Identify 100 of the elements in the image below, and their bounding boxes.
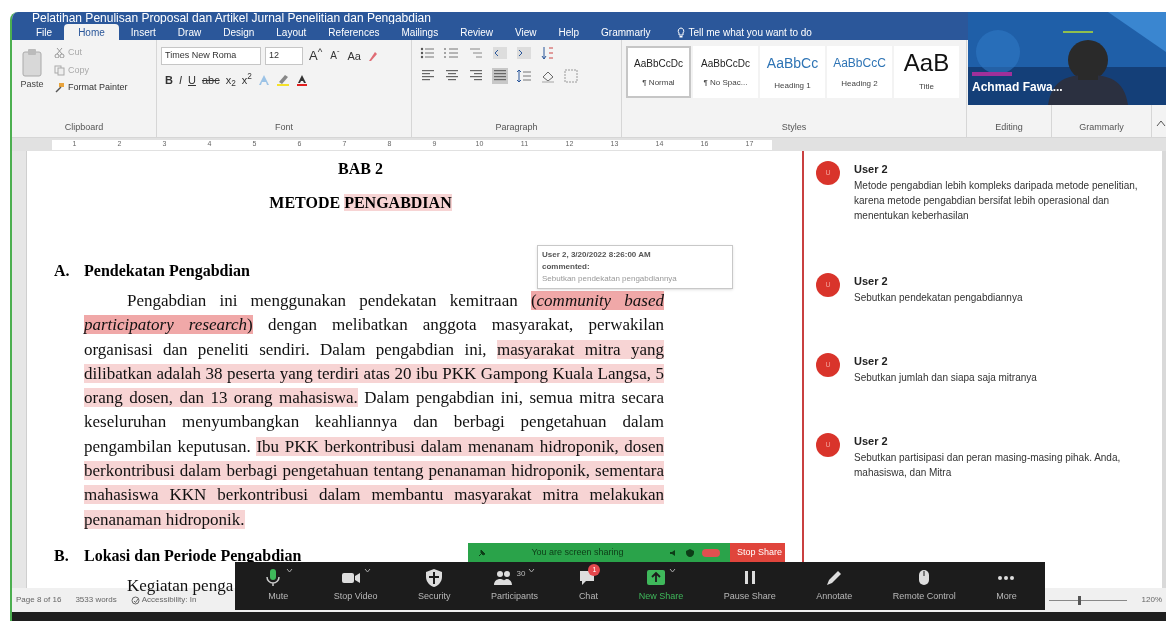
body-paragraph: Pengabdian ini menggunakan pendekatan kemitraan (community based participatory research) dengan melibatkan anggota masyarakat, perwakilan organisasi dan peneliti sendiri. Dalam pengabdian ini, masyarakat mitra yang dilibatkan adalah 38 peserta yang terdiri atas 20 ibu PKK Gampong Kuala Langsa, 5 orang dosen, dan 13 orang mahasiswa. Dalam pengabdian ini, semua mitra secara keseluruhan menyumbangkan keahliannya dan berbagi pengetahuan dalam pengambilan keputusan. Ibu PKK berkontribusi dalam menanam hidroponik, dosen berkontribusi dalam berbagi pengetahuan tentang penanaman hidroponik, sementara mahasiswa KKN berkontribusi dalam membantu masyarakat mitra melakukan penanaman hidroponik. <box>84 290 664 531</box>
group-label: Grammarly <box>1078 120 1125 134</box>
tooltip-action: commented: <box>542 261 591 273</box>
group-label: Styles <box>780 120 808 134</box>
ribbon-tab[interactable]: File <box>26 24 63 40</box>
tooltip-header: User 2, 3/20/2022 8:26:00 AM <box>542 249 652 261</box>
caret-icon[interactable] <box>363 568 371 574</box>
share-button[interactable]: New Share <box>632 562 690 610</box>
participant-name: Achmad Fawa... <box>972 79 1063 96</box>
participant-count: 30 <box>516 568 526 581</box>
page-count: Page 8 of 16 <box>16 594 62 606</box>
accessibility-status[interactable]: Accessibility: In <box>141 594 197 606</box>
eraser-icon[interactable] <box>366 49 377 62</box>
style-gallery-item[interactable]: AaBbCc Heading 1 <box>760 46 825 98</box>
stop-share-button[interactable]: Stop Share <box>730 543 785 563</box>
name-tag-bar <box>972 72 1012 76</box>
bold-button[interactable]: B <box>165 71 173 88</box>
more-icon <box>998 575 1015 580</box>
search-field[interactable]: Tell me what you want to do <box>688 24 812 40</box>
comment-author: User 2 <box>854 162 889 177</box>
window-title: Pelatihan Penulisan Proposal dan Artikel Jurnal Penelitian dan Pengabdian <box>32 12 431 24</box>
strikethrough-button[interactable]: abc <box>201 71 220 88</box>
chapter-heading: BAB 2 <box>337 159 384 179</box>
font-color-icon[interactable] <box>295 73 308 86</box>
format-painter-button[interactable]: Format Painter <box>68 81 128 95</box>
pin-icon <box>478 549 486 557</box>
decrease-indent-icon[interactable] <box>492 46 508 60</box>
people-icon <box>493 568 514 588</box>
shield-icon[interactable] <box>686 549 694 557</box>
share-screen-icon <box>646 568 667 588</box>
participants-button[interactable]: 30 Participants <box>484 562 544 610</box>
ribbon-tab[interactable]: Insert <box>120 24 166 40</box>
collapse-ribbon-icon[interactable] <box>1156 119 1166 127</box>
comment-text: Sebutkan jumlah dan siapa saja mitranya <box>854 370 1038 385</box>
comment-text: Metode pengabdian lebih kompleks daripada metode penelitian, karena metode pengabdian bersifat lebih operasional dan menentukan keberhasilan <box>854 178 1139 223</box>
ribbon-tab[interactable]: Layout <box>266 24 317 40</box>
caret-icon[interactable] <box>528 568 536 574</box>
bullets-icon[interactable] <box>420 46 436 60</box>
change-case-button[interactable]: Aa <box>345 47 363 64</box>
speaker-icon[interactable] <box>669 549 678 557</box>
video-button[interactable]: Stop Video <box>327 562 384 610</box>
brush-icon[interactable] <box>54 82 65 94</box>
comment-author: User 2 <box>854 434 889 449</box>
group-label: Editing <box>994 120 1024 134</box>
shrink-font-button[interactable]: A$^{ˇ}$ <box>328 48 342 64</box>
shading-icon[interactable] <box>540 69 556 83</box>
style-gallery-item[interactable]: AaB Title <box>894 46 959 98</box>
italic-button[interactable]: I <box>178 71 182 88</box>
group-label: Paragraph <box>494 120 539 134</box>
annotate-button[interactable]: Annotate <box>810 562 859 610</box>
section-number: A. <box>54 261 71 281</box>
ribbon-tab[interactable]: References <box>318 24 390 40</box>
line-spacing-icon[interactable] <box>516 69 532 83</box>
zoom-slider-icon[interactable] <box>1047 595 1128 605</box>
body-paragraph: Kegiatan penga <box>126 574 235 597</box>
pause-button[interactable]: Pause Share <box>717 562 782 610</box>
shield-icon <box>424 568 445 588</box>
multilevel-list-icon[interactable] <box>468 46 484 60</box>
style-gallery-item[interactable]: AaBbCcDc ¶ No Spac... <box>693 46 758 98</box>
font-name-field[interactable]: Times New Roma <box>161 46 261 65</box>
section-heading: Pendekatan Pengabdian <box>84 261 250 282</box>
group-label: Clipboard <box>63 120 105 134</box>
zoom-level[interactable]: 120% <box>1141 594 1162 606</box>
highlighter-icon[interactable] <box>275 73 290 86</box>
ribbon-tab[interactable]: Mailings <box>391 24 449 40</box>
comment-author: User 2 <box>854 354 889 369</box>
ribbon-tab[interactable]: Design <box>213 24 265 40</box>
ribbon-tab[interactable]: Help <box>548 24 590 40</box>
ribbon-tab[interactable]: Grammarly <box>591 24 661 40</box>
caret-icon[interactable] <box>669 568 677 574</box>
more-button[interactable]: More <box>990 562 1023 610</box>
subscript-button[interactable]: x$_{2}$ <box>225 71 236 88</box>
ribbon-tab[interactable]: Review <box>450 24 503 40</box>
superscript-button[interactable]: x$^{2}$ <box>241 71 252 88</box>
ribbon-tab[interactable]: Draw <box>167 24 212 40</box>
security-button[interactable]: Security <box>411 562 457 610</box>
remote-button[interactable]: Remote Control <box>886 562 962 610</box>
chapter-title: METODE PENGABDIAN <box>268 193 453 213</box>
paste-button[interactable]: Paste <box>20 78 44 92</box>
sort-icon[interactable] <box>540 46 556 60</box>
style-gallery-item[interactable]: AaBbCcC Heading 2 <box>827 46 892 98</box>
underline-button[interactable]: U <box>188 71 196 88</box>
group-label: Font <box>274 120 294 134</box>
style-gallery-item[interactable]: AaBbCcDc ¶ Normal <box>626 46 691 98</box>
comment-text: Sebutkan pendekatan pengabdiannya <box>854 290 1024 305</box>
sharing-message: You are screen sharing <box>530 546 625 560</box>
increase-indent-icon[interactable] <box>516 46 532 60</box>
recording-indicator-icon <box>702 549 720 557</box>
accessibility-icon[interactable] <box>130 595 140 605</box>
tooltip-text: Sebutkan pendekatan pengabdiannya <box>542 273 678 285</box>
word-count: 3533 words <box>75 594 117 606</box>
section-number: B. <box>54 545 70 566</box>
grow-font-button[interactable]: A$^{^}$ <box>307 46 325 66</box>
caret-icon[interactable] <box>286 568 294 574</box>
comment-author: User 2 <box>854 274 889 289</box>
font-size-field[interactable]: 12 <box>265 46 303 65</box>
comment-text: Sebutkan partisipasi dan peran masing-masing pihak. Anda, mahasiswa, dan Mitra <box>854 450 1122 480</box>
ribbon-tab[interactable]: Home <box>64 24 119 40</box>
justify-icon[interactable] <box>492 68 508 84</box>
ribbon-tab[interactable]: View <box>504 24 547 40</box>
